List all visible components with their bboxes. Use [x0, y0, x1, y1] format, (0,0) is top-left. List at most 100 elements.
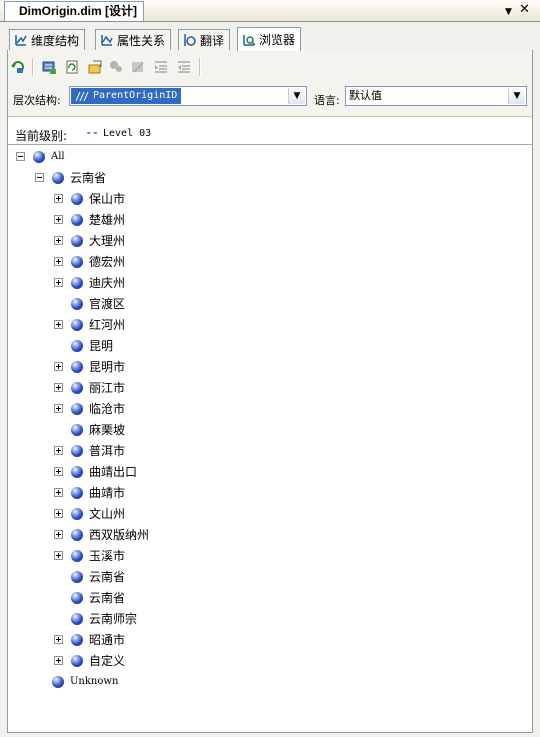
tree-node-label: 昆明市	[89, 360, 126, 374]
tab-label: 翻译	[200, 33, 225, 48]
tree-node[interactable]: 红河州	[54, 314, 125, 335]
tab-translations[interactable]: 翻译	[178, 29, 231, 50]
expand-icon[interactable]	[54, 467, 63, 476]
expand-icon[interactable]	[54, 236, 63, 245]
tree-node[interactable]: 曲靖市	[54, 482, 125, 503]
language-label: 语言:	[314, 94, 340, 107]
tree-node[interactable]: 西双版纳州	[54, 524, 149, 545]
tree-node-label: 红河州	[89, 318, 126, 332]
tree-node[interactable]: 临沧市	[54, 398, 125, 419]
tree-node[interactable]: 云南省	[35, 167, 106, 188]
tree-node[interactable]: 麻栗坡	[54, 419, 125, 440]
expand-icon[interactable]	[54, 488, 63, 497]
tree-node[interactable]: 云南师宗	[54, 608, 137, 629]
show-hidden-icon[interactable]	[129, 58, 147, 76]
member-properties-icon[interactable]	[86, 58, 104, 76]
tab-label: 维度结构	[31, 33, 80, 48]
translations-icon	[183, 33, 197, 47]
member-icon	[71, 276, 83, 289]
expand-icon[interactable]	[54, 446, 63, 455]
tree-node[interactable]: 普洱市	[54, 440, 125, 461]
collapse-icon[interactable]	[16, 152, 25, 161]
tree-node[interactable]: 昆明	[54, 335, 113, 356]
expand-icon[interactable]	[54, 656, 63, 665]
tree-node[interactable]: 昭通市	[54, 629, 125, 650]
tree-node-label: 麻栗坡	[89, 423, 126, 437]
reconnect-icon[interactable]	[40, 58, 58, 76]
expand-icon[interactable]	[54, 509, 63, 518]
tree-node[interactable]: 丽江市	[54, 377, 125, 398]
expand-icon[interactable]	[54, 194, 63, 203]
member-icon	[71, 234, 83, 247]
tree-node[interactable]: 保山市	[54, 188, 125, 209]
tree-node-label: 云南省	[89, 570, 126, 584]
tab-dimension-structure[interactable]: 维度结构	[9, 29, 86, 50]
tree-node[interactable]: All	[16, 146, 65, 167]
tree-node-label: 曲靖市	[89, 486, 126, 500]
tree-node[interactable]: 昆明市	[54, 356, 125, 377]
chevron-down-icon[interactable]: ▼	[288, 88, 305, 104]
dimension-structure-icon	[14, 33, 28, 47]
member-icon	[71, 549, 83, 562]
tree-node-label: 临沧市	[89, 402, 126, 416]
window-dropdown-icon[interactable]: ▼	[505, 4, 512, 20]
outdent-icon[interactable]	[175, 58, 193, 76]
member-icon	[71, 402, 83, 415]
member-icon	[71, 528, 83, 541]
tree-node[interactable]: 云南省	[54, 587, 125, 608]
tree-node-label: 大理州	[89, 234, 126, 248]
expand-icon[interactable]	[54, 383, 63, 392]
tree-node[interactable]: 云南省	[54, 566, 125, 587]
expand-icon[interactable]	[54, 257, 63, 266]
tree-node-label: 丽江市	[89, 381, 126, 395]
expand-icon[interactable]	[54, 530, 63, 539]
expand-icon[interactable]	[54, 362, 63, 371]
member-icon	[71, 297, 83, 310]
tree-node-label: 昭通市	[89, 633, 126, 647]
close-icon[interactable]: ✕	[519, 2, 530, 18]
browser-panel: 层次结构: ParentOriginID ▼ 语言: 默认值 ▼ 当前级别: ⁃…	[7, 50, 533, 733]
expand-icon[interactable]	[54, 551, 63, 560]
tree-node[interactable]: 曲靖出口	[54, 461, 137, 482]
tab-browser[interactable]: 浏览器	[237, 27, 302, 51]
toolbar	[8, 50, 532, 83]
member-icon	[71, 654, 83, 667]
member-icon	[71, 486, 83, 499]
member-icon	[71, 423, 83, 436]
hierarchy-icon	[75, 91, 89, 102]
tree-node[interactable]: 迪庆州	[54, 272, 125, 293]
indent-icon[interactable]	[152, 58, 170, 76]
expand-icon[interactable]	[54, 278, 63, 287]
tree-node-label: 文山州	[89, 507, 126, 521]
tree-node[interactable]: 官渡区	[54, 293, 125, 314]
tree-node[interactable]: 自定义	[54, 650, 125, 671]
tree-node-label: 保山市	[89, 192, 126, 206]
tree-node-label: 楚雄州	[89, 213, 126, 227]
tree-node[interactable]: 楚雄州	[54, 209, 125, 230]
tree-node[interactable]: Unknown	[52, 671, 118, 692]
tree-node[interactable]: 玉溪市	[54, 545, 125, 566]
tree-node-label: 云南省	[89, 591, 126, 605]
browser-icon	[242, 33, 256, 47]
chevron-down-icon[interactable]: ▼	[508, 88, 525, 104]
member-icon	[71, 381, 83, 394]
process-icon[interactable]	[9, 58, 27, 76]
language-select[interactable]: 默认值 ▼	[345, 86, 527, 106]
member-icon	[71, 612, 83, 625]
expand-icon[interactable]	[54, 320, 63, 329]
filter-members-icon[interactable]	[107, 58, 125, 76]
tree-node[interactable]: 文山州	[54, 503, 125, 524]
refresh-icon[interactable]	[63, 58, 81, 76]
hierarchy-select[interactable]: ParentOriginID ▼	[69, 86, 307, 106]
tree-node-label: 迪庆州	[89, 276, 126, 290]
current-level-value: Level 03	[103, 128, 152, 139]
collapse-icon[interactable]	[35, 173, 44, 182]
tree-node[interactable]: 德宏州	[54, 251, 125, 272]
expand-icon[interactable]	[54, 635, 63, 644]
tab-attribute-relationships[interactable]: 属性关系	[95, 29, 172, 50]
expand-icon[interactable]	[54, 404, 63, 413]
document-tab[interactable]: DimOrigin.dim [设计]	[4, 1, 144, 21]
expand-icon[interactable]	[54, 215, 63, 224]
tree-node[interactable]: 大理州	[54, 230, 125, 251]
tree-node-label: Unknown	[70, 676, 119, 687]
